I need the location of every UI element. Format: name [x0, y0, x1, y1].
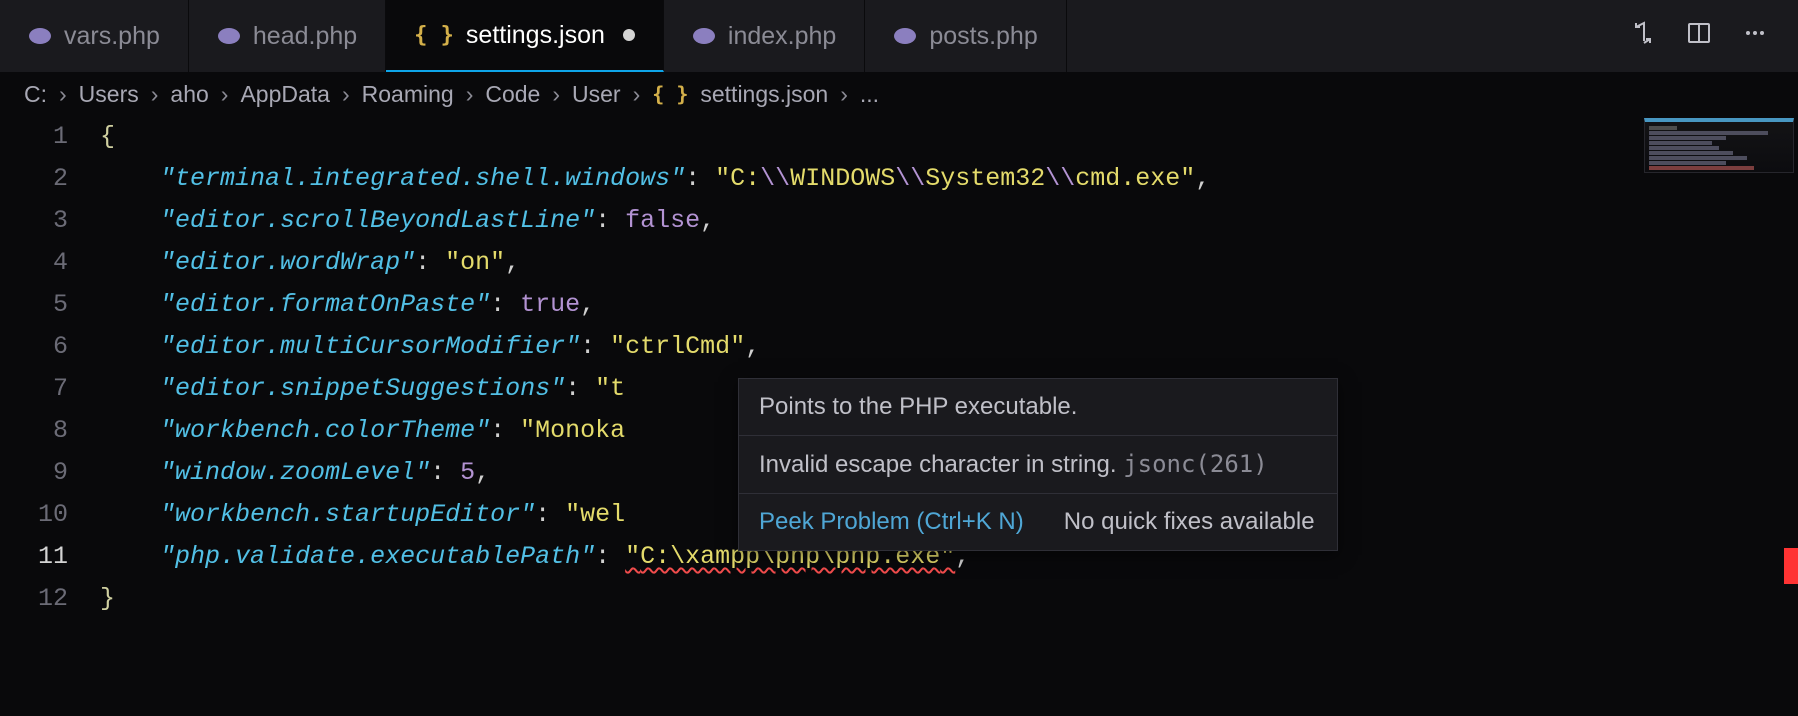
- line-number: 3: [0, 200, 100, 242]
- hover-tooltip: Points to the PHP executable. Invalid es…: [738, 378, 1338, 551]
- error-marker[interactable]: [1784, 548, 1798, 584]
- line-number: 9: [0, 452, 100, 494]
- elephant-icon: [217, 26, 241, 46]
- dirty-indicator-icon: [623, 29, 635, 41]
- hover-description: Points to the PHP executable.: [739, 379, 1337, 436]
- code-content[interactable]: "editor.multiCursorModifier": "ctrlCmd",: [100, 326, 1798, 368]
- crumb[interactable]: Users: [79, 81, 139, 108]
- code-content[interactable]: }: [100, 578, 1798, 620]
- code-content[interactable]: "editor.formatOnPaste": true,: [100, 284, 1798, 326]
- line-number: 2: [0, 158, 100, 200]
- tab-posts-php[interactable]: posts.php: [865, 0, 1066, 72]
- crumb[interactable]: aho: [170, 81, 208, 108]
- crumb[interactable]: C:: [24, 81, 47, 108]
- line-number: 7: [0, 368, 100, 410]
- tab-bar: vars.php head.php { } settings.json inde…: [0, 0, 1798, 72]
- tab-label: vars.php: [64, 22, 160, 51]
- chevron-right-icon: ›: [221, 81, 229, 108]
- line-number: 12: [0, 578, 100, 620]
- line-number: 11: [0, 536, 100, 578]
- line-number: 10: [0, 494, 100, 536]
- elephant-icon: [28, 26, 52, 46]
- code-content[interactable]: {: [100, 116, 1798, 158]
- hover-error: Invalid escape character in string. json…: [739, 436, 1337, 494]
- compare-changes-icon[interactable]: [1630, 20, 1656, 53]
- code-line: 5 "editor.formatOnPaste": true,: [0, 284, 1798, 326]
- chevron-right-icon: ›: [59, 81, 67, 108]
- code-line: 6 "editor.multiCursorModifier": "ctrlCmd…: [0, 326, 1798, 368]
- code-line: 2 "terminal.integrated.shell.windows": "…: [0, 158, 1798, 200]
- code-line: 4 "editor.wordWrap": "on",: [0, 242, 1798, 284]
- tab-vars-php[interactable]: vars.php: [0, 0, 189, 72]
- tab-actions: [1630, 20, 1798, 53]
- crumb[interactable]: AppData: [240, 81, 330, 108]
- line-number: 5: [0, 284, 100, 326]
- chevron-right-icon: ›: [633, 81, 641, 108]
- chevron-right-icon: ›: [840, 81, 848, 108]
- minimap[interactable]: [1644, 118, 1794, 173]
- code-line: 12 }: [0, 578, 1798, 620]
- chevron-right-icon: ›: [552, 81, 560, 108]
- line-number: 8: [0, 410, 100, 452]
- peek-problem-link[interactable]: Peek Problem (Ctrl+K N): [759, 508, 1024, 536]
- tab-settings-json[interactable]: { } settings.json: [386, 0, 664, 72]
- chevron-right-icon: ›: [151, 81, 159, 108]
- line-number: 6: [0, 326, 100, 368]
- crumb[interactable]: Code: [485, 81, 540, 108]
- crumb[interactable]: settings.json: [700, 81, 828, 108]
- tab-head-php[interactable]: head.php: [189, 0, 386, 72]
- tab-label: settings.json: [466, 21, 605, 50]
- no-quick-fix-label: No quick fixes available: [1064, 508, 1315, 536]
- code-content[interactable]: "editor.scrollBeyondLastLine": false,: [100, 200, 1798, 242]
- code-line: 1 {: [0, 116, 1798, 158]
- json-icon: { }: [652, 82, 688, 106]
- crumb[interactable]: Roaming: [362, 81, 454, 108]
- elephant-icon: [692, 26, 716, 46]
- line-number: 1: [0, 116, 100, 158]
- tab-index-php[interactable]: index.php: [664, 0, 865, 72]
- code-content[interactable]: "terminal.integrated.shell.windows": "C:…: [100, 158, 1798, 200]
- tab-label: index.php: [728, 22, 836, 51]
- tab-label: posts.php: [929, 22, 1037, 51]
- crumb[interactable]: ...: [860, 81, 879, 108]
- more-actions-icon[interactable]: [1742, 20, 1768, 53]
- chevron-right-icon: ›: [466, 81, 474, 108]
- line-number: 4: [0, 242, 100, 284]
- crumb[interactable]: User: [572, 81, 621, 108]
- code-line: 3 "editor.scrollBeyondLastLine": false,: [0, 200, 1798, 242]
- chevron-right-icon: ›: [342, 81, 350, 108]
- elephant-icon: [893, 26, 917, 46]
- tab-label: head.php: [253, 22, 357, 51]
- code-content[interactable]: "editor.wordWrap": "on",: [100, 242, 1798, 284]
- json-icon: { }: [414, 23, 454, 48]
- split-editor-icon[interactable]: [1686, 20, 1712, 53]
- breadcrumb[interactable]: C:› Users› aho› AppData› Roaming› Code› …: [0, 72, 1798, 116]
